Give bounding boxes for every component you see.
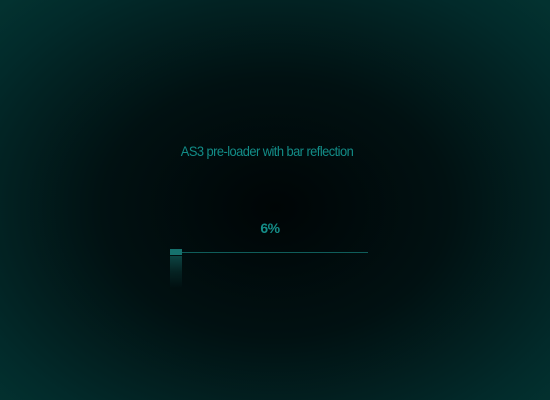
progress-percent-label: 6% xyxy=(260,220,280,236)
preloader-stage: AS3 pre-loader with bar reflection 6% xyxy=(0,0,550,400)
progress-track xyxy=(170,252,368,253)
progress-bar-reflection xyxy=(170,256,182,288)
preloader-title: AS3 pre-loader with bar reflection xyxy=(180,143,354,159)
progress-bar-fill xyxy=(170,249,182,255)
